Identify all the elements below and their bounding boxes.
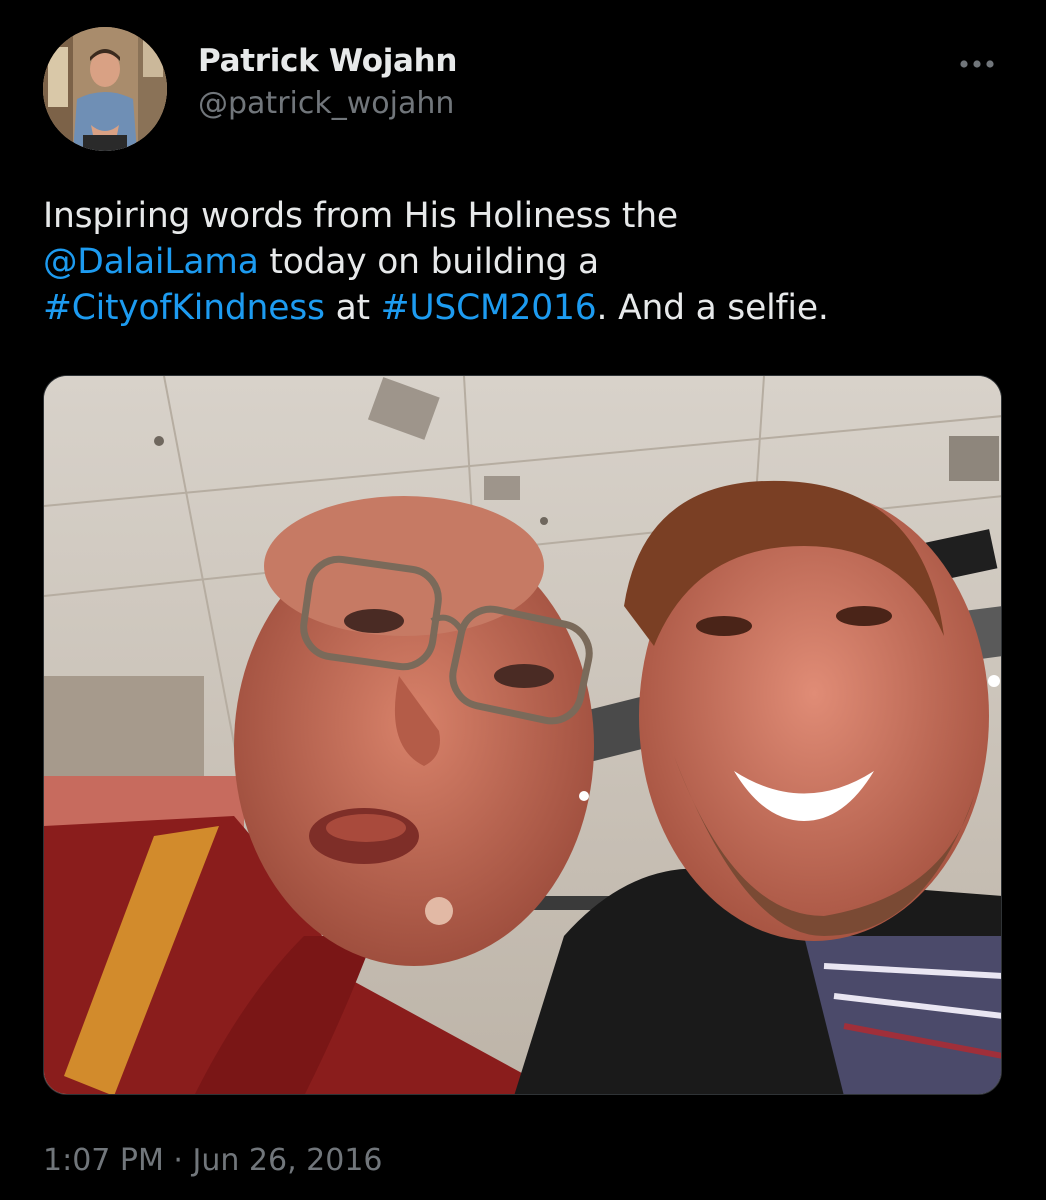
tweet-text: Inspiring words from His Holiness the @D… [43,193,1003,331]
author-names: Patrick Wojahn @patrick_wojahn [198,41,458,125]
mention-dalailama[interactable]: @DalaiLama [43,242,259,282]
more-options-button[interactable] [952,49,1002,79]
hashtag-cityofkindness[interactable]: #CityofKindness [43,288,325,328]
text-segment: . And a selfie. [596,288,829,328]
tweet: Patrick Wojahn @patrick_wojahn Inspiring… [0,0,1046,1200]
selfie-photo [44,376,1001,1094]
text-segment: Inspiring words from His Holiness the [43,196,678,236]
timestamp-separator: · [163,1143,193,1178]
more-horizontal-icon [960,60,994,68]
text-segment: today on building a [258,242,599,282]
tweet-time[interactable]: 1:07 PM [43,1143,164,1178]
avatar[interactable] [43,27,167,151]
tweet-date[interactable]: Jun 26, 2016 [193,1143,383,1178]
tweet-header: Patrick Wojahn @patrick_wojahn [43,27,1006,152]
display-name[interactable]: Patrick Wojahn [198,41,458,81]
hashtag-uscm2016[interactable]: #USCM2016 [381,288,597,328]
tweet-timestamp: 1:07 PM · Jun 26, 2016 [43,1140,383,1182]
user-handle[interactable]: @patrick_wojahn [198,83,457,125]
text-segment: at [324,288,381,328]
tweet-photo[interactable] [43,375,1002,1095]
